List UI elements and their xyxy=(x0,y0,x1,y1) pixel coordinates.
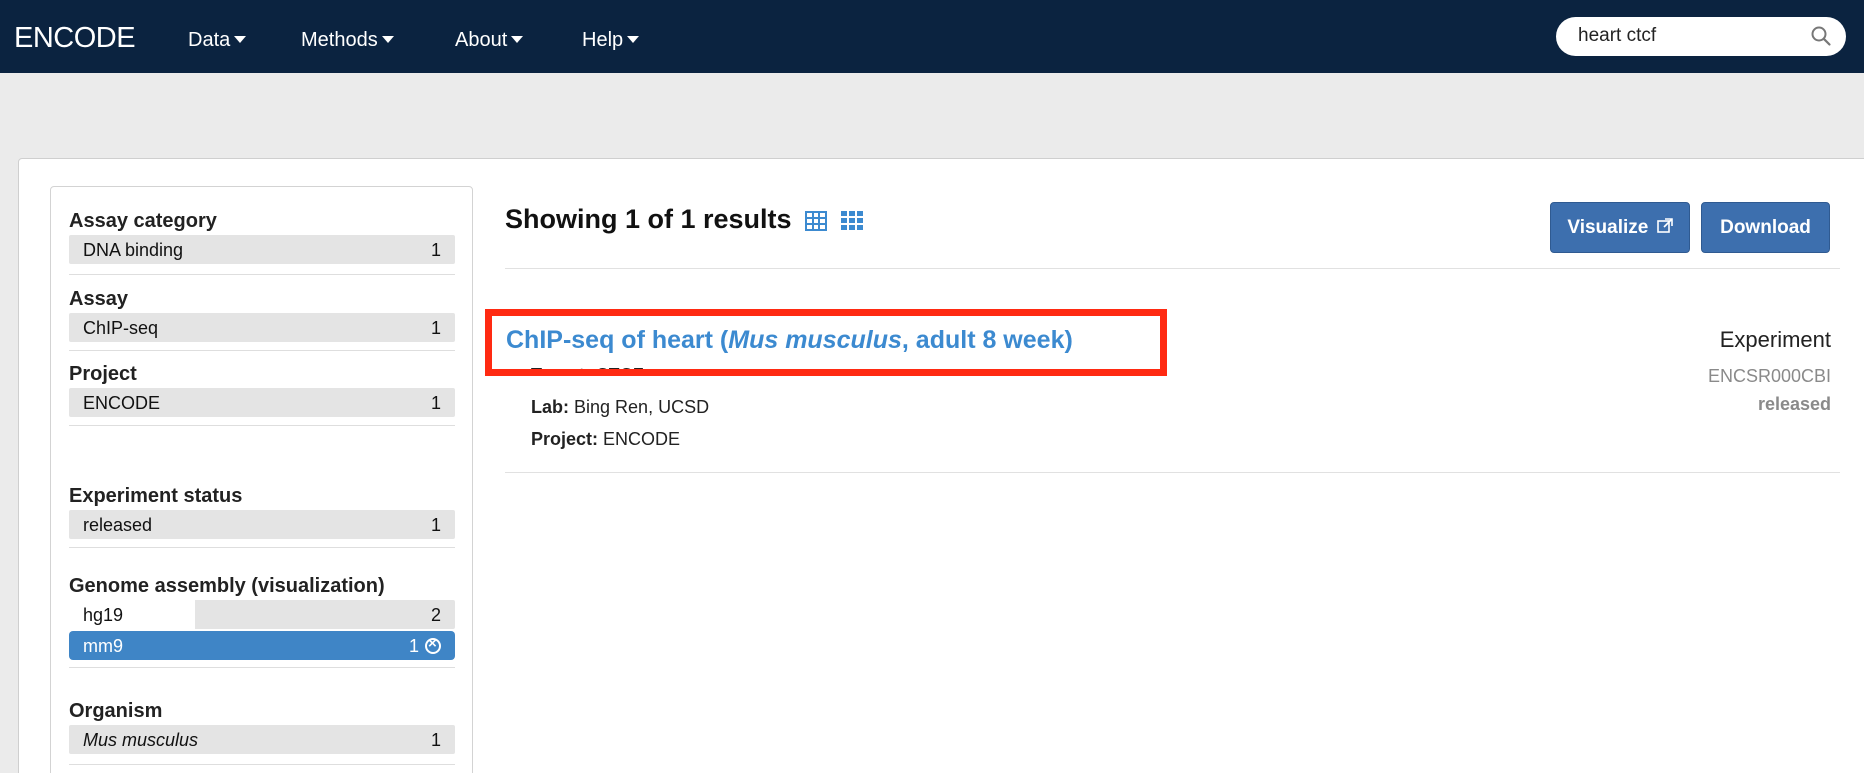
table-view-icon[interactable] xyxy=(805,211,828,231)
divider xyxy=(69,764,455,765)
search-box xyxy=(1556,17,1846,56)
facet-term-released[interactable]: released 1 xyxy=(69,510,455,539)
divider xyxy=(69,350,455,351)
nav-menu-about-label: About xyxy=(455,29,508,51)
highlight-annotation-box xyxy=(485,309,1167,376)
download-button[interactable]: Download xyxy=(1701,202,1830,253)
chevron-down-icon xyxy=(511,36,524,44)
divider xyxy=(505,472,1840,473)
facet-term-label: mm9 xyxy=(83,636,123,656)
result-project-label: Project: xyxy=(531,429,599,449)
grid-view-icon[interactable] xyxy=(840,211,863,231)
top-navbar: ENCODE Data Methods About Help xyxy=(0,0,1864,73)
facet-term-count: 2 xyxy=(430,605,441,625)
facet-assay-category: Assay category DNA binding 1 xyxy=(69,209,455,264)
facet-term-label: DNA binding xyxy=(83,240,184,260)
facet-term-label: hg19 xyxy=(83,605,124,625)
divider xyxy=(69,425,455,426)
facet-term-hg19[interactable]: hg19 2 xyxy=(69,600,455,629)
facet-title: Project xyxy=(69,363,137,385)
facet-experiment-status: Experiment status released 1 xyxy=(69,484,455,539)
clear-filter-icon[interactable] xyxy=(425,635,441,654)
facet-assay: Assay ChIP-seq 1 xyxy=(69,287,455,342)
divider xyxy=(69,274,455,275)
nav-menu-about[interactable]: About xyxy=(455,29,524,52)
nav-menu-data-label: Data xyxy=(188,29,231,51)
visualize-button-label: Visualize xyxy=(1567,217,1649,238)
facet-term-label: ENCODE xyxy=(83,393,161,413)
facet-title: Assay category xyxy=(69,210,217,232)
chevron-down-icon xyxy=(234,36,247,44)
facet-term-count: 1 xyxy=(430,318,441,338)
nav-menu-methods-label: Methods xyxy=(301,29,378,51)
result-type: Experiment xyxy=(1719,327,1831,352)
facet-term-chip-seq[interactable]: ChIP-seq 1 xyxy=(69,313,455,342)
search-input[interactable] xyxy=(1578,24,1788,48)
results-heading: Showing 1 of 1 results xyxy=(505,204,863,235)
chevron-down-icon xyxy=(381,36,394,44)
result-project: Project: ENCODE xyxy=(531,429,680,450)
facet-term-count: 1 xyxy=(430,730,441,750)
facet-term-dna-binding[interactable]: DNA binding 1 xyxy=(69,235,455,264)
facet-project: Project ENCODE 1 xyxy=(69,362,455,417)
result-accession: ENCSR000CBI xyxy=(1707,366,1831,386)
divider xyxy=(505,268,1840,269)
divider xyxy=(69,547,455,548)
facet-genome-assembly: Genome assembly (visualization) hg19 2 m… xyxy=(69,574,455,660)
facet-term-count: 1 xyxy=(430,240,441,260)
nav-menu-help-label: Help xyxy=(582,29,624,51)
facet-title: Organism xyxy=(69,700,163,722)
facet-title: Assay xyxy=(69,288,128,310)
facet-term-mus-musculus[interactable]: Mus musculus 1 xyxy=(69,725,455,754)
facet-term-encode[interactable]: ENCODE 1 xyxy=(69,388,455,417)
result-lab-value: Bing Ren, UCSD xyxy=(574,397,710,417)
facet-term-label: Mus musculus xyxy=(83,730,199,750)
facet-term-count-value: 1 xyxy=(408,636,419,656)
facet-title: Experiment status xyxy=(69,485,243,507)
result-lab-label: Lab: xyxy=(531,397,569,417)
nav-menu-data[interactable]: Data xyxy=(188,29,247,52)
result-lab: Lab: Bing Ren, UCSD xyxy=(531,397,709,418)
result-project-value: ENCODE xyxy=(603,429,681,449)
facet-sidebar: Assay category DNA binding 1 Assay ChIP-… xyxy=(50,186,473,773)
nav-menu-help[interactable]: Help xyxy=(582,29,640,52)
facet-term-count: 1 xyxy=(408,635,441,657)
facet-term-count: 1 xyxy=(430,393,441,413)
divider xyxy=(69,667,455,668)
facet-term-count: 1 xyxy=(430,515,441,535)
facet-term-label: released xyxy=(83,515,153,535)
facet-organism: Organism Mus musculus 1 xyxy=(69,699,455,754)
facet-term-label: ChIP-seq xyxy=(83,318,159,338)
facet-title: Genome assembly (visualization) xyxy=(69,575,385,597)
results-count-text: Showing 1 of 1 results xyxy=(505,204,792,234)
brand-logo[interactable]: ENCODE xyxy=(14,22,136,55)
facet-term-mm9[interactable]: mm9 1 xyxy=(69,631,455,660)
status-badge: released xyxy=(1757,394,1831,414)
external-link-icon xyxy=(1656,218,1673,233)
chevron-down-icon xyxy=(627,36,640,44)
search-icon[interactable] xyxy=(1810,25,1832,47)
visualize-button[interactable]: Visualize xyxy=(1550,202,1690,253)
nav-menu-methods[interactable]: Methods xyxy=(301,29,394,52)
